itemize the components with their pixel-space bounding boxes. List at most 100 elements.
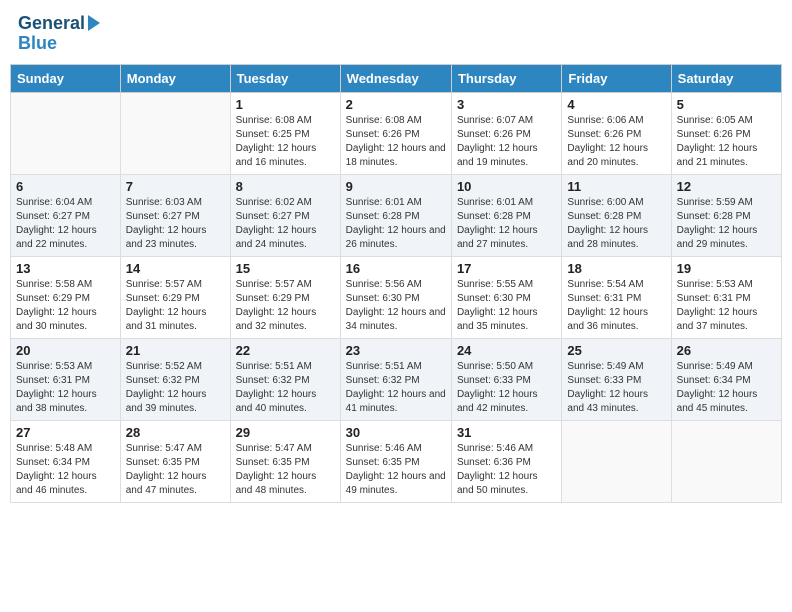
day-number: 27 xyxy=(16,425,115,440)
day-info: Sunrise: 5:57 AMSunset: 6:29 PMDaylight:… xyxy=(236,278,335,334)
day-info: Sunrise: 6:07 AMSunset: 6:26 PMDaylight:… xyxy=(457,114,556,170)
day-info: Sunrise: 6:04 AMSunset: 6:27 PMDaylight:… xyxy=(16,196,115,252)
calendar-table: SundayMondayTuesdayWednesdayThursdayFrid… xyxy=(10,64,782,503)
calendar-cell: 22 Sunrise: 5:51 AMSunset: 6:32 PMDayligh… xyxy=(230,338,340,420)
calendar-cell: 17 Sunrise: 5:55 AMSunset: 6:30 PMDayligh… xyxy=(451,256,561,338)
day-number: 28 xyxy=(126,425,225,440)
day-info: Sunrise: 5:49 AMSunset: 6:33 PMDaylight:… xyxy=(567,360,665,416)
calendar-cell: 23 Sunrise: 5:51 AMSunset: 6:32 PMDayligh… xyxy=(340,338,451,420)
day-number: 7 xyxy=(126,179,225,194)
day-number: 31 xyxy=(457,425,556,440)
calendar-cell: 11 Sunrise: 6:00 AMSunset: 6:28 PMDayligh… xyxy=(562,174,671,256)
day-info: Sunrise: 6:02 AMSunset: 6:27 PMDaylight:… xyxy=(236,196,335,252)
day-info: Sunrise: 6:05 AMSunset: 6:26 PMDaylight:… xyxy=(677,114,776,170)
day-info: Sunrise: 6:03 AMSunset: 6:27 PMDaylight:… xyxy=(126,196,225,252)
calendar-cell: 18 Sunrise: 5:54 AMSunset: 6:31 PMDayligh… xyxy=(562,256,671,338)
day-info: Sunrise: 5:51 AMSunset: 6:32 PMDaylight:… xyxy=(236,360,335,416)
day-number: 21 xyxy=(126,343,225,358)
logo: General Blue xyxy=(18,14,100,54)
day-number: 1 xyxy=(236,97,335,112)
calendar-cell: 12 Sunrise: 5:59 AMSunset: 6:28 PMDayligh… xyxy=(671,174,781,256)
day-info: Sunrise: 5:48 AMSunset: 6:34 PMDaylight:… xyxy=(16,442,115,498)
calendar-cell: 24 Sunrise: 5:50 AMSunset: 6:33 PMDayligh… xyxy=(451,338,561,420)
day-number: 15 xyxy=(236,261,335,276)
day-info: Sunrise: 5:47 AMSunset: 6:35 PMDaylight:… xyxy=(236,442,335,498)
page-header: General Blue xyxy=(10,10,782,58)
calendar-cell: 16 Sunrise: 5:56 AMSunset: 6:30 PMDayligh… xyxy=(340,256,451,338)
day-info: Sunrise: 6:01 AMSunset: 6:28 PMDaylight:… xyxy=(346,196,446,252)
day-number: 25 xyxy=(567,343,665,358)
day-number: 2 xyxy=(346,97,446,112)
calendar-cell: 19 Sunrise: 5:53 AMSunset: 6:31 PMDayligh… xyxy=(671,256,781,338)
calendar-cell: 27 Sunrise: 5:48 AMSunset: 6:34 PMDayligh… xyxy=(11,420,121,502)
day-info: Sunrise: 5:56 AMSunset: 6:30 PMDaylight:… xyxy=(346,278,446,334)
day-info: Sunrise: 5:54 AMSunset: 6:31 PMDaylight:… xyxy=(567,278,665,334)
calendar-cell: 21 Sunrise: 5:52 AMSunset: 6:32 PMDayligh… xyxy=(120,338,230,420)
day-info: Sunrise: 5:46 AMSunset: 6:35 PMDaylight:… xyxy=(346,442,446,498)
calendar-cell: 6 Sunrise: 6:04 AMSunset: 6:27 PMDaylight… xyxy=(11,174,121,256)
day-number: 4 xyxy=(567,97,665,112)
calendar-cell xyxy=(120,92,230,174)
day-number: 16 xyxy=(346,261,446,276)
day-info: Sunrise: 5:51 AMSunset: 6:32 PMDaylight:… xyxy=(346,360,446,416)
calendar-cell: 7 Sunrise: 6:03 AMSunset: 6:27 PMDaylight… xyxy=(120,174,230,256)
calendar-cell: 3 Sunrise: 6:07 AMSunset: 6:26 PMDaylight… xyxy=(451,92,561,174)
day-info: Sunrise: 5:46 AMSunset: 6:36 PMDaylight:… xyxy=(457,442,556,498)
calendar-cell: 2 Sunrise: 6:08 AMSunset: 6:26 PMDaylight… xyxy=(340,92,451,174)
day-header-wednesday: Wednesday xyxy=(340,64,451,92)
day-number: 23 xyxy=(346,343,446,358)
day-number: 20 xyxy=(16,343,115,358)
day-info: Sunrise: 6:00 AMSunset: 6:28 PMDaylight:… xyxy=(567,196,665,252)
day-info: Sunrise: 6:06 AMSunset: 6:26 PMDaylight:… xyxy=(567,114,665,170)
calendar-cell: 10Sunrise: 6:01 AMSunset: 6:28 PMDayligh… xyxy=(451,174,561,256)
day-number: 3 xyxy=(457,97,556,112)
day-info: Sunrise: 5:59 AMSunset: 6:28 PMDaylight:… xyxy=(677,196,776,252)
calendar-cell: 25 Sunrise: 5:49 AMSunset: 6:33 PMDayligh… xyxy=(562,338,671,420)
calendar-cell: 8 Sunrise: 6:02 AMSunset: 6:27 PMDaylight… xyxy=(230,174,340,256)
day-header-sunday: Sunday xyxy=(11,64,121,92)
day-number: 17 xyxy=(457,261,556,276)
calendar-cell xyxy=(11,92,121,174)
day-info: Sunrise: 5:53 AMSunset: 6:31 PMDaylight:… xyxy=(677,278,776,334)
day-info: Sunrise: 5:53 AMSunset: 6:31 PMDaylight:… xyxy=(16,360,115,416)
day-number: 9 xyxy=(346,179,446,194)
calendar-cell: 31 Sunrise: 5:46 AMSunset: 6:36 PMDayligh… xyxy=(451,420,561,502)
calendar-cell xyxy=(671,420,781,502)
day-number: 29 xyxy=(236,425,335,440)
logo-general: General xyxy=(18,14,85,34)
day-number: 22 xyxy=(236,343,335,358)
day-info: Sunrise: 5:52 AMSunset: 6:32 PMDaylight:… xyxy=(126,360,225,416)
day-number: 12 xyxy=(677,179,776,194)
day-number: 6 xyxy=(16,179,115,194)
day-number: 19 xyxy=(677,261,776,276)
day-number: 5 xyxy=(677,97,776,112)
calendar-cell: 9 Sunrise: 6:01 AMSunset: 6:28 PMDaylight… xyxy=(340,174,451,256)
calendar-cell: 29 Sunrise: 5:47 AMSunset: 6:35 PMDayligh… xyxy=(230,420,340,502)
day-header-saturday: Saturday xyxy=(671,64,781,92)
calendar-cell: 20 Sunrise: 5:53 AMSunset: 6:31 PMDayligh… xyxy=(11,338,121,420)
day-number: 26 xyxy=(677,343,776,358)
day-header-tuesday: Tuesday xyxy=(230,64,340,92)
day-info: Sunrise: 5:49 AMSunset: 6:34 PMDaylight:… xyxy=(677,360,776,416)
calendar-cell: 1Sunrise: 6:08 AMSunset: 6:25 PMDaylight… xyxy=(230,92,340,174)
calendar-cell: 30Sunrise: 5:46 AMSunset: 6:35 PMDayligh… xyxy=(340,420,451,502)
day-info: Sunrise: 5:55 AMSunset: 6:30 PMDaylight:… xyxy=(457,278,556,334)
day-info: Sunrise: 5:50 AMSunset: 6:33 PMDaylight:… xyxy=(457,360,556,416)
calendar-cell: 15 Sunrise: 5:57 AMSunset: 6:29 PMDayligh… xyxy=(230,256,340,338)
day-info: Sunrise: 6:08 AMSunset: 6:26 PMDaylight:… xyxy=(346,114,446,170)
day-number: 24 xyxy=(457,343,556,358)
day-number: 14 xyxy=(126,261,225,276)
day-number: 11 xyxy=(567,179,665,194)
calendar-cell: 26 Sunrise: 5:49 AMSunset: 6:34 PMDayligh… xyxy=(671,338,781,420)
calendar-cell: 5 Sunrise: 6:05 AMSunset: 6:26 PMDaylight… xyxy=(671,92,781,174)
day-header-monday: Monday xyxy=(120,64,230,92)
day-number: 8 xyxy=(236,179,335,194)
calendar-cell: 13Sunrise: 5:58 AMSunset: 6:29 PMDayligh… xyxy=(11,256,121,338)
calendar-cell: 28Sunrise: 5:47 AMSunset: 6:35 PMDayligh… xyxy=(120,420,230,502)
day-info: Sunrise: 6:01 AMSunset: 6:28 PMDaylight:… xyxy=(457,196,556,252)
day-number: 18 xyxy=(567,261,665,276)
day-info: Sunrise: 5:57 AMSunset: 6:29 PMDaylight:… xyxy=(126,278,225,334)
day-header-friday: Friday xyxy=(562,64,671,92)
day-info: Sunrise: 5:58 AMSunset: 6:29 PMDaylight:… xyxy=(16,278,115,334)
logo-arrow-icon xyxy=(88,15,100,31)
